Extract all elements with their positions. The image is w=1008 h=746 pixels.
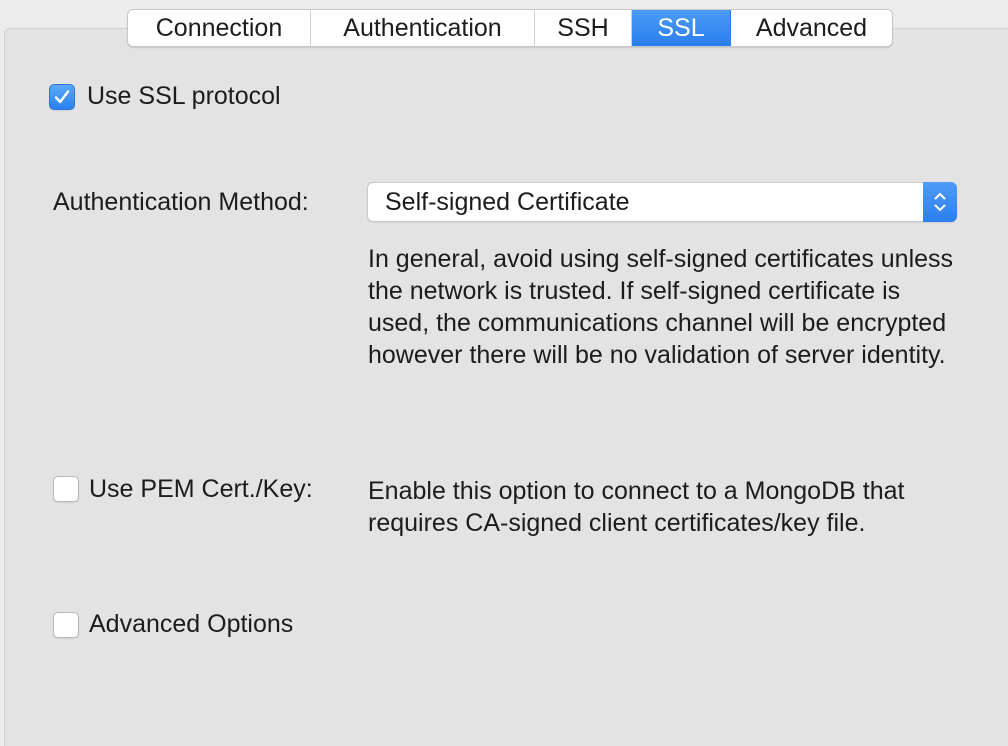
auth-method-select[interactable]: Self-signed Certificate [367, 182, 957, 222]
pem-help-text: Enable this option to connect to a Mongo… [368, 477, 905, 537]
tab-advanced[interactable]: Advanced [731, 10, 892, 46]
auth-method-value: Self-signed Certificate [385, 188, 630, 216]
connection-settings-window: Connection Authentication SSH SSL Advanc… [0, 0, 1008, 746]
auth-method-help-text: In general, avoid using self-signed cert… [368, 245, 954, 369]
use-ssl-checkbox[interactable] [49, 84, 75, 110]
checkmark-icon [54, 90, 70, 104]
use-pem-checkbox[interactable] [53, 476, 79, 502]
up-down-chevron-icon [923, 182, 957, 222]
tab-connection[interactable]: Connection [128, 10, 311, 46]
use-ssl-label[interactable]: Use SSL protocol [87, 82, 281, 111]
use-pem-label[interactable]: Use PEM Cert./Key: [89, 475, 313, 504]
tab-ssl[interactable]: SSL [632, 10, 731, 46]
auth-method-label: Authentication Method: [53, 188, 309, 216]
advanced-options-label[interactable]: Advanced Options [89, 610, 293, 639]
tab-authentication[interactable]: Authentication [311, 10, 535, 46]
advanced-options-checkbox[interactable] [53, 612, 79, 638]
tab-bar: Connection Authentication SSH SSL Advanc… [127, 9, 893, 47]
tab-ssh[interactable]: SSH [535, 10, 632, 46]
